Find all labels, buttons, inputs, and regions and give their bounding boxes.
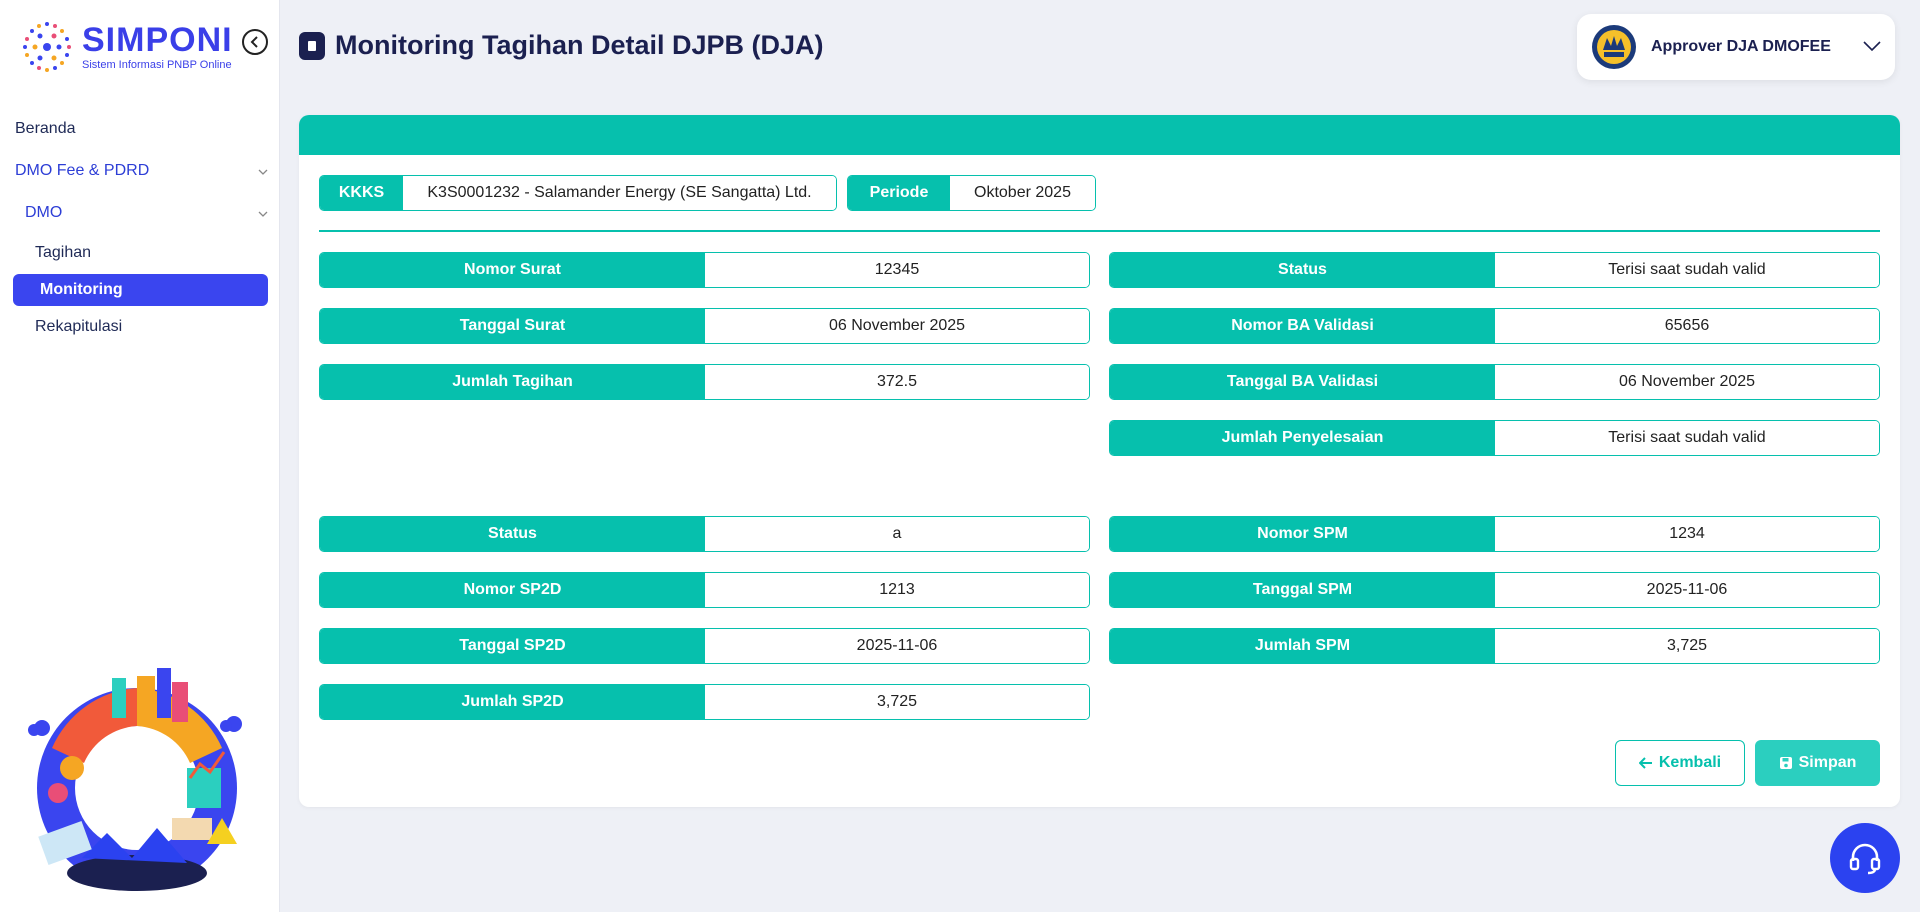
periode-label: Periode (848, 176, 950, 210)
sidebar-item-label: Tagihan (35, 244, 92, 261)
sidebar: SIMPONI Sistem Informasi PNBP Online Ber… (0, 0, 280, 912)
field-nomor-spm: Nomor SPM 1234 (1109, 516, 1880, 552)
field-jumlah-spm: Jumlah SPM 3,725 (1109, 628, 1880, 664)
sidebar-item-beranda[interactable]: Beranda (0, 108, 280, 150)
field-value: 1213 (705, 573, 1089, 607)
sidebar-nav: Beranda DMO Fee & PDRD DMO Tagihan Monit… (0, 108, 280, 346)
detail-card: KKKS K3S0001232 - Salamander Energy (SE … (299, 115, 1900, 807)
field-label: Jumlah SPM (1110, 629, 1495, 663)
sidebar-item-label: DMO (25, 204, 63, 221)
periode-chip: Periode Oktober 2025 (847, 175, 1096, 211)
user-menu[interactable]: Approver DJA DMOFEE (1577, 14, 1895, 80)
sidebar-item-monitoring[interactable]: Monitoring (13, 274, 268, 306)
page-title: Monitoring Tagihan Detail DJPB (DJA) (335, 30, 824, 60)
field-status-sp2d: Status a (319, 516, 1090, 552)
logo-title: SIMPONI (82, 21, 233, 59)
sidebar-item-label: Rekapitulasi (35, 318, 123, 335)
field-value: 65656 (1495, 309, 1879, 343)
field-value: 3,725 (705, 685, 1089, 719)
field-label: Tanggal Surat (320, 309, 705, 343)
sidebar-collapse-button[interactable] (242, 29, 268, 55)
field-value: a (705, 517, 1089, 551)
headset-icon (1849, 843, 1881, 875)
periode-value: Oktober 2025 (950, 176, 1095, 210)
field-label: Jumlah SP2D (320, 685, 705, 719)
logo-subtitle: Sistem Informasi PNBP Online (82, 59, 232, 71)
field-tanggal-spm: Tanggal SPM 2025-11-06 (1109, 572, 1880, 608)
user-name: Approver DJA DMOFEE (1651, 38, 1831, 55)
chevron-left-icon (250, 36, 258, 48)
kkks-label: KKKS (320, 176, 403, 210)
field-status-validasi: Status Terisi saat sudah valid (1109, 252, 1880, 288)
field-nomor-surat: Nomor Surat 12345 (319, 252, 1090, 288)
field-value: 372.5 (705, 365, 1089, 399)
sidebar-item-dmo-fee-pdrd[interactable]: DMO Fee & PDRD (0, 150, 280, 192)
field-tanggal-surat: Tanggal Surat 06 November 2025 (319, 308, 1090, 344)
page-header: Monitoring Tagihan Detail DJPB (DJA) (299, 30, 824, 61)
field-label: Nomor SPM (1110, 517, 1495, 551)
field-jumlah-tagihan: Jumlah Tagihan 372.5 (319, 364, 1090, 400)
app-logo[interactable]: SIMPONI Sistem Informasi PNBP Online (18, 18, 233, 76)
sidebar-item-tagihan[interactable]: Tagihan (0, 234, 280, 272)
sidebar-item-rekapitulasi[interactable]: Rekapitulasi (0, 308, 280, 346)
field-label: Status (320, 517, 705, 551)
field-label: Nomor SP2D (320, 573, 705, 607)
logo-dots-icon (23, 22, 71, 72)
help-button[interactable] (1830, 823, 1900, 893)
field-tanggal-sp2d: Tanggal SP2D 2025-11-06 (319, 628, 1090, 664)
field-value: Terisi saat sudah valid (1495, 421, 1879, 455)
save-icon (1779, 757, 1792, 769)
field-jumlah-penyelesaian: Jumlah Penyelesaian Terisi saat sudah va… (1109, 420, 1880, 456)
field-label: Nomor Surat (320, 253, 705, 287)
sidebar-item-label: DMO Fee & PDRD (15, 162, 150, 179)
sidebar-item-label: Monitoring (40, 281, 123, 298)
ministry-emblem-icon (1592, 25, 1636, 69)
field-value: 12345 (705, 253, 1089, 287)
field-label: Tanggal BA Validasi (1110, 365, 1495, 399)
save-button-label: Simpan (1798, 754, 1857, 771)
field-label: Jumlah Tagihan (320, 365, 705, 399)
field-label: Status (1110, 253, 1495, 287)
field-label: Tanggal SPM (1110, 573, 1495, 607)
field-tanggal-ba-validasi: Tanggal BA Validasi 06 November 2025 (1109, 364, 1880, 400)
field-nomor-sp2d: Nomor SP2D 1213 (319, 572, 1090, 608)
divider (319, 230, 1880, 232)
card-header-bar (299, 115, 1900, 155)
sidebar-item-dmo[interactable]: DMO (0, 192, 280, 234)
save-button[interactable]: Simpan (1755, 740, 1880, 786)
field-value: 1234 (1495, 517, 1879, 551)
field-value: 06 November 2025 (705, 309, 1089, 343)
field-nomor-ba-validasi: Nomor BA Validasi 65656 (1109, 308, 1880, 344)
field-label: Jumlah Penyelesaian (1110, 421, 1495, 455)
clipboard-icon (299, 31, 325, 60)
back-button-label: Kembali (1658, 754, 1722, 771)
field-value: 06 November 2025 (1495, 365, 1879, 399)
field-value: 2025-11-06 (1495, 573, 1879, 607)
field-value: 2025-11-06 (705, 629, 1089, 663)
sidebar-illustration (28, 668, 242, 891)
arrow-left-icon (1638, 757, 1652, 769)
chevron-down-icon (258, 169, 268, 175)
field-label: Nomor BA Validasi (1110, 309, 1495, 343)
sidebar-item-label: Beranda (15, 120, 76, 137)
chevron-down-icon (258, 211, 268, 217)
field-label: Tanggal SP2D (320, 629, 705, 663)
field-value: 3,725 (1495, 629, 1879, 663)
kkks-chip: KKKS K3S0001232 - Salamander Energy (SE … (319, 175, 837, 211)
back-button[interactable]: Kembali (1615, 740, 1745, 786)
field-jumlah-sp2d: Jumlah SP2D 3,725 (319, 684, 1090, 720)
kkks-value: K3S0001232 - Salamander Energy (SE Sanga… (403, 176, 836, 210)
field-value: Terisi saat sudah valid (1495, 253, 1879, 287)
chevron-down-icon (1863, 41, 1881, 52)
